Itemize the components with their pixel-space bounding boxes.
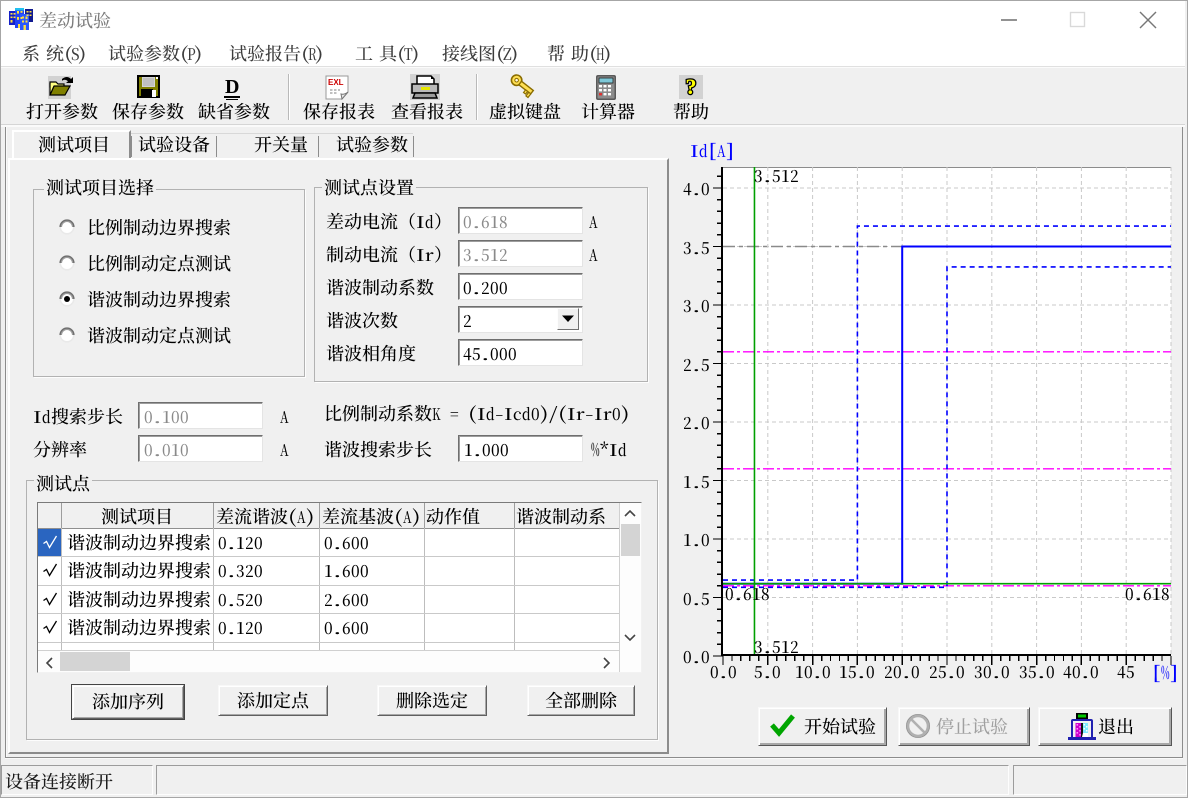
svg-text:?: ?: [686, 74, 697, 99]
svg-text:EXL: EXL: [328, 78, 344, 87]
